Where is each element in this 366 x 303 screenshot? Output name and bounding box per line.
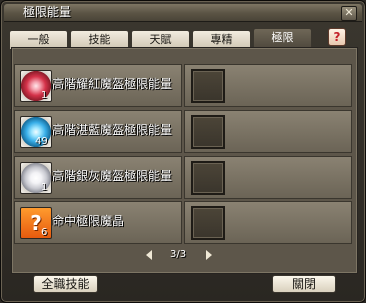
limit-energy-window: 極限能量 ✕ 一般 技能 天賦 專精 極限 ? 1 高階耀紅魔盔極限能量 49 …: [0, 0, 366, 303]
help-icon[interactable]: ?: [328, 28, 346, 46]
title-bar[interactable]: 極限能量 ✕: [4, 4, 362, 22]
list-item: 49 高階湛藍魔盔極限能量: [14, 110, 352, 153]
item-name: 命中極限魔晶: [52, 214, 125, 228]
slot-cell: [184, 64, 352, 107]
prev-page-icon[interactable]: [146, 250, 152, 260]
item-name: 高階耀紅魔盔極限能量: [52, 77, 173, 91]
item-name: 高階銀灰魔盔極限能量: [52, 169, 173, 183]
empty-slot[interactable]: [191, 115, 225, 149]
empty-slot[interactable]: [191, 161, 225, 195]
tab-bar: 一般 技能 天賦 專精 極限: [9, 28, 314, 50]
list-item: ? 6 命中極限魔晶: [14, 201, 352, 244]
close-icon[interactable]: ✕: [341, 6, 357, 21]
item-cell[interactable]: 1 高階耀紅魔盔極限能量: [14, 64, 182, 107]
item-count: 1: [41, 182, 48, 193]
pager: 3/3: [146, 248, 216, 262]
next-page-icon[interactable]: [206, 250, 212, 260]
item-cell[interactable]: 49 高階湛藍魔盔極限能量: [14, 110, 182, 153]
all-skills-button[interactable]: 全職技能: [33, 275, 98, 293]
item-count: 1: [41, 90, 48, 101]
item-count: 49: [35, 136, 48, 147]
item-name: 高階湛藍魔盔極限能量: [52, 123, 173, 137]
empty-slot[interactable]: [191, 206, 225, 240]
window-title: 極限能量: [23, 5, 72, 19]
item-cell[interactable]: 1 高階銀灰魔盔極限能量: [14, 156, 182, 199]
list-item: 1 高階耀紅魔盔極限能量: [14, 64, 352, 107]
item-cell[interactable]: ? 6 命中極限魔晶: [14, 201, 182, 244]
close-button[interactable]: 關閉: [272, 275, 336, 293]
slot-cell: [184, 156, 352, 199]
slot-cell: [184, 201, 352, 244]
page-indicator: 3/3: [170, 249, 187, 260]
slot-cell: [184, 110, 352, 153]
list-item: 1 高階銀灰魔盔極限能量: [14, 156, 352, 199]
empty-slot[interactable]: [191, 69, 225, 103]
item-count: 6: [41, 227, 48, 238]
